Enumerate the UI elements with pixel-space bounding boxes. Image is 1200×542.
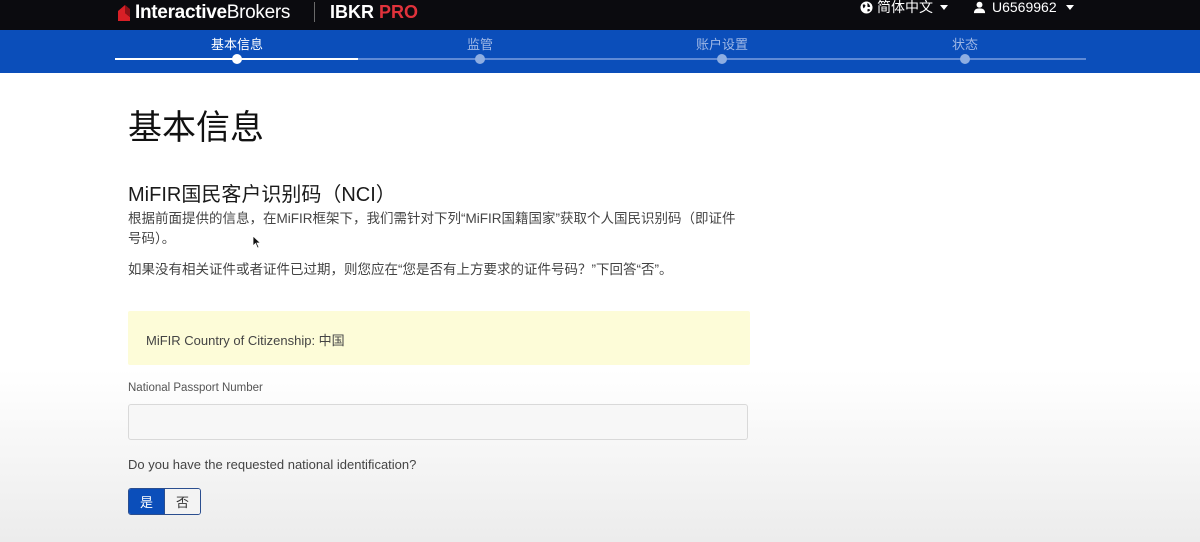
section-title: MiFIR国民客户识别码（NCI） xyxy=(128,184,396,206)
step-label-regulatory: 监管 xyxy=(466,37,494,52)
globe-icon xyxy=(860,0,873,14)
user-menu[interactable]: U6569962 xyxy=(973,0,1074,15)
ib-logo-icon xyxy=(118,5,130,21)
step-dot-basic-info[interactable] xyxy=(232,54,242,64)
identification-question: Do you have the requested national ident… xyxy=(128,457,417,472)
passport-number-input[interactable] xyxy=(128,404,748,440)
chevron-down-icon xyxy=(1065,4,1074,10)
progress-steps: 基本信息 监管 账户设置 状态 xyxy=(0,30,1200,73)
passport-number-label: National Passport Number xyxy=(128,382,263,394)
top-header: InteractiveBrokers IBKR PRO 简体中文 U656996… xyxy=(0,0,1200,30)
step-dot-regulatory xyxy=(475,54,485,64)
instruction-paragraph: 根据前面提供的信息，在MiFIR框架下，我们需针对下列“MiFIR国籍国家”获取… xyxy=(128,211,736,246)
header-divider xyxy=(314,2,315,22)
step-label-basic-info[interactable]: 基本信息 xyxy=(211,34,263,53)
language-selector[interactable]: 简体中文 xyxy=(860,0,948,15)
step-dot-account-settings xyxy=(717,54,727,64)
step-label-status: 状态 xyxy=(951,37,979,52)
product-suffix: PRO xyxy=(379,2,419,22)
step-dot-status xyxy=(960,54,970,64)
citizenship-notice: MiFIR Country of Citizenship: 中国 xyxy=(128,311,750,365)
citizenship-notice-text: MiFIR Country of Citizenship: 中国 xyxy=(146,333,345,348)
mouse-cursor-icon xyxy=(252,235,262,249)
chevron-down-icon xyxy=(940,4,948,10)
logo-text-light: Brokers xyxy=(226,2,291,23)
page-title: 基本信息 xyxy=(128,109,264,147)
yes-button[interactable]: 是 xyxy=(129,489,164,514)
step-label-account-settings: 账户设置 xyxy=(695,37,749,52)
identification-yes-no-toggle: 是 否 xyxy=(128,488,201,515)
no-button[interactable]: 否 xyxy=(164,489,200,514)
expired-id-paragraph: 如果没有相关证件或者证件已过期，则您应在“您是否有上方要求的证件号码？”下回答“… xyxy=(128,262,673,277)
language-label: 简体中文 xyxy=(877,0,933,15)
product-name: IBKR PRO xyxy=(330,2,418,23)
user-id: U6569962 xyxy=(992,0,1057,15)
product-prefix: IBKR xyxy=(330,2,374,22)
logo-text-bold: Interactive xyxy=(135,2,227,23)
user-icon xyxy=(973,1,986,13)
ib-logo[interactable]: InteractiveBrokers xyxy=(116,0,290,26)
